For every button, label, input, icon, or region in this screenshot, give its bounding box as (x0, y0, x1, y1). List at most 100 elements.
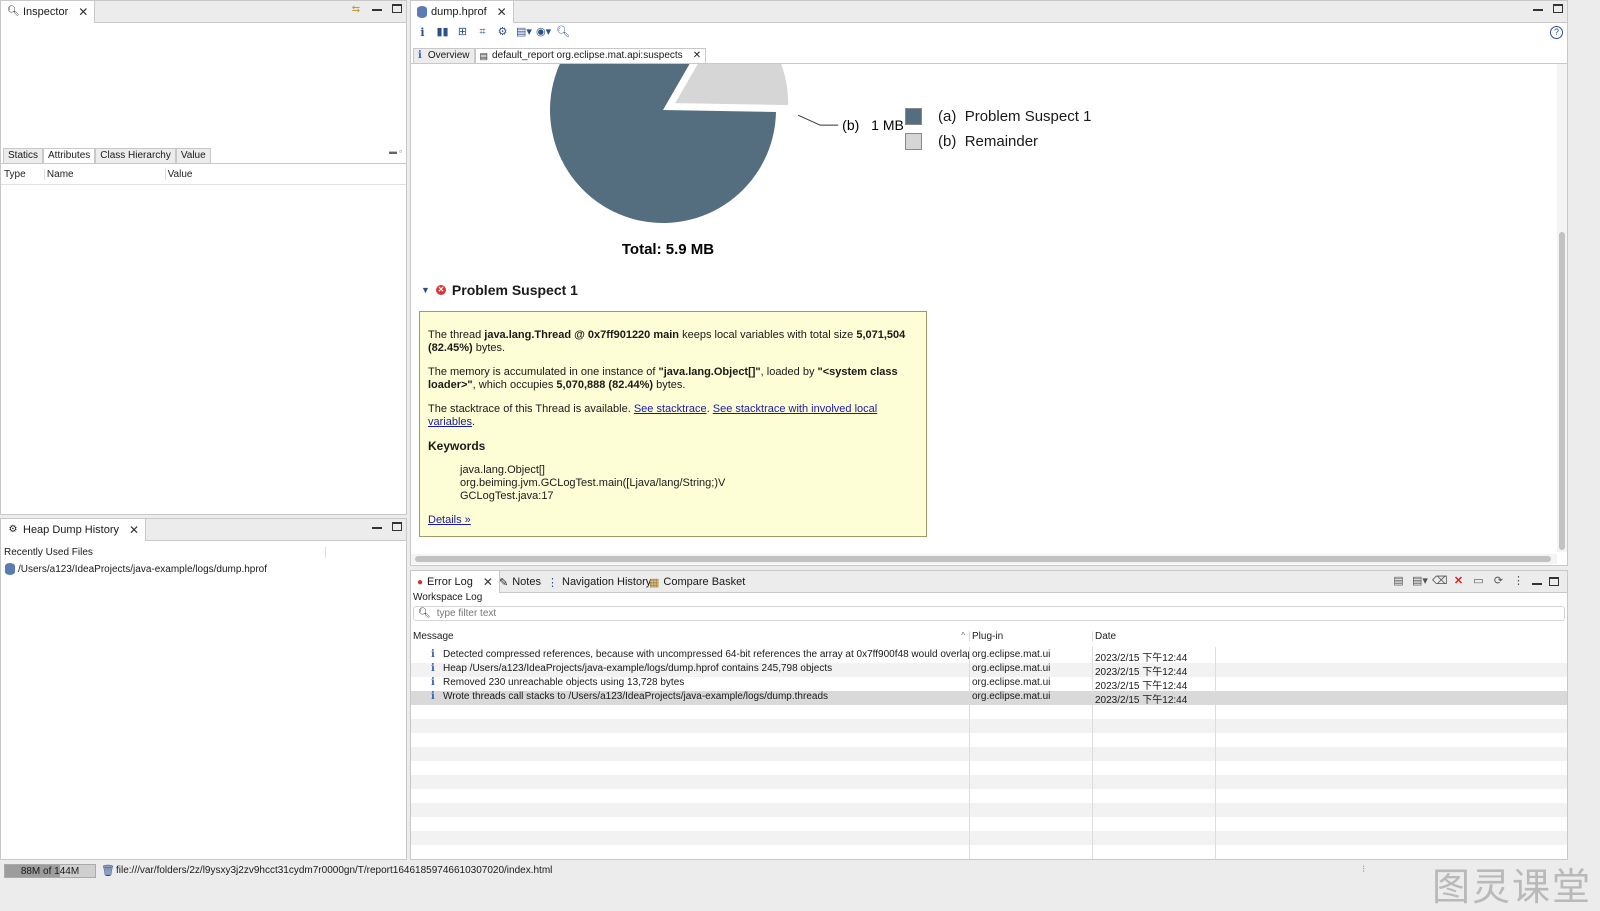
subtab-statics[interactable]: Statics (3, 148, 44, 163)
subtab-class-hierarchy[interactable]: Class Hierarchy (95, 148, 176, 163)
oql-icon[interactable]: ⌗ (476, 26, 489, 39)
recent-file-item[interactable]: /Users/a123/IdeaProjects/java-example/lo… (5, 563, 267, 575)
legend-label-a: (a) Problem Suspect 1 (938, 108, 1092, 125)
col-name[interactable]: Name (43, 169, 165, 180)
restore-log-icon[interactable]: ⟳ (1492, 575, 1505, 588)
maximize-icon[interactable] (1553, 4, 1563, 13)
search-icon: 🔍︎ (418, 608, 431, 619)
col-date[interactable]: Date (1092, 631, 1215, 642)
minimize-icon[interactable] (1533, 9, 1543, 11)
filter-input[interactable] (436, 608, 1337, 619)
close-icon[interactable]: ✕ (78, 5, 88, 19)
close-icon[interactable]: ✕ (129, 523, 139, 537)
log-plugin: org.eclipse.mat.ui (969, 677, 1092, 691)
close-icon[interactable]: ✕ (693, 49, 701, 63)
maximize-icon[interactable] (392, 4, 402, 13)
col-message[interactable]: Message ^ (413, 631, 969, 642)
query-browser-icon[interactable]: ◉▾ (536, 26, 551, 39)
link-icon[interactable]: ⇆ (350, 4, 362, 16)
help-icon[interactable]: ? (1550, 26, 1563, 39)
log-row[interactable]: i Heap /Users/a123/IdeaProjects/java-exam… (411, 663, 1567, 678)
heap-history-tabbar: ⚙︎ Heap Dump History ✕ (1, 519, 406, 541)
run-report-icon[interactable]: ▤▾ (516, 26, 532, 39)
search-icon[interactable]: 🔍︎ (556, 26, 570, 39)
log-date: 2023/2/15 下午12:44 (1092, 649, 1215, 664)
log-row-selected[interactable]: i Wrote threads call stacks to /Users/a12… (411, 691, 1567, 706)
suspect-paragraph-3: The stacktrace of this Thread is availab… (428, 403, 878, 428)
minimize-icon[interactable] (372, 9, 382, 11)
vertical-scrollbar[interactable] (1557, 64, 1567, 552)
error-log-panel: ● Error Log ✕ ✎ Notes ⋮ Navigation Histo… (410, 570, 1568, 860)
col-value[interactable]: Value (164, 169, 404, 180)
legend-swatch-b (905, 133, 922, 150)
log-row[interactable]: i Detected compressed references, because… (411, 649, 1567, 664)
row-stripe (411, 761, 1567, 775)
row-stripe (411, 803, 1567, 817)
close-icon[interactable]: ✕ (483, 575, 493, 589)
view-menu-icon[interactable]: ⋮ (1512, 575, 1525, 588)
subtab-overview[interactable]: i Overview (413, 48, 475, 63)
workspace-log-label: Workspace Log (413, 592, 483, 603)
heap-file-icon (5, 563, 15, 575)
subtab-overview-label: Overview (427, 50, 470, 61)
import-log-icon[interactable]: ▤▾ (1412, 575, 1428, 588)
editor-panel: dump.hprof ✕ i ▮▮ ⊞ ⌗ ⚙ ▤▾ ◉▾ 🔍︎ ? i Ove… (410, 0, 1568, 566)
info-icon[interactable]: i (416, 26, 429, 39)
log-date: 2023/2/15 下午12:44 (1092, 677, 1215, 692)
tab-heap-dump-history[interactable]: ⚙︎ Heap Dump History ✕ (1, 519, 147, 541)
report-content: (b) 1 MB Total: 5.9 MB (a) Problem Suspe… (411, 64, 1557, 552)
tab-inspector[interactable]: 🔍︎ Inspector ✕ (1, 1, 96, 23)
maximize-icon[interactable] (1549, 577, 1559, 586)
export-log-icon[interactable]: ▤ (1392, 575, 1405, 588)
heap-file-icon (417, 6, 427, 18)
log-toolbar: ▤ ▤▾ ⌫ ✕ ▭ ⟳ ⋮ (1392, 575, 1559, 588)
horizontal-scrollbar[interactable] (411, 554, 1557, 564)
suspect-heading[interactable]: ▼ ✕ Problem Suspect 1 (421, 282, 578, 298)
heap-status[interactable]: 88M of 144M (4, 864, 96, 878)
minimize-icon[interactable] (372, 527, 382, 529)
see-stacktrace-link[interactable]: See stacktrace (634, 403, 707, 415)
vertical-scroll-thumb[interactable] (1559, 232, 1565, 550)
maximize-icon[interactable] (392, 522, 402, 531)
editor-toolbar: i ▮▮ ⊞ ⌗ ⚙ ▤▾ ◉▾ 🔍︎ (416, 26, 570, 39)
log-table-body: i Detected compressed references, because… (411, 647, 1567, 859)
divider (1, 184, 406, 185)
horizontal-scroll-thumb[interactable] (415, 556, 1551, 562)
clear-log-icon[interactable]: ⌫ (1432, 575, 1448, 588)
thread-overview-icon[interactable]: ⚙ (496, 26, 509, 39)
chart-title: Total: 5.9 MB (622, 241, 714, 258)
error-log-icon: ● (417, 576, 424, 588)
tab-heap-history-label: Heap Dump History (23, 524, 119, 536)
magnifier-icon: 🔍︎ (7, 6, 20, 17)
log-row[interactable]: i Removed 230 unreachable objects using 1… (411, 677, 1567, 692)
editor-subtabs: i Overview ▤ default_report org.eclipse.… (413, 48, 707, 63)
subtab-minmax[interactable]: ▬ ▫ (389, 147, 402, 156)
log-message: Detected compressed references, because … (443, 649, 969, 660)
col-plugin[interactable]: Plug-in (969, 631, 1092, 642)
close-icon[interactable]: ✕ (497, 5, 507, 19)
tab-inspector-label: Inspector (23, 6, 69, 18)
legend-swatch-a (905, 108, 922, 125)
details-link[interactable]: Details » (428, 514, 471, 526)
legend-item-b: (b) Remainder (905, 129, 1091, 154)
trash-icon[interactable]: 🗑︎ (101, 864, 115, 877)
tab-navigation-history[interactable]: ⋮ Navigation History (541, 571, 657, 593)
tab-notes[interactable]: ✎ Notes (493, 571, 547, 593)
tab-compare-basket[interactable]: ▦ Compare Basket (643, 571, 751, 593)
subtab-value[interactable]: Value (175, 148, 211, 163)
log-message: Wrote threads call stacks to /Users/a123… (443, 691, 828, 702)
tab-dump-hprof[interactable]: dump.hprof ✕ (411, 1, 514, 23)
dominator-tree-icon[interactable]: ⊞ (456, 26, 469, 39)
collapse-triangle-icon[interactable]: ▼ (421, 285, 430, 295)
delete-log-icon[interactable]: ✕ (1452, 575, 1465, 588)
histogram-icon[interactable]: ▮▮ (436, 26, 449, 39)
suspect-box: The thread java.lang.Thread @ 0x7ff90122… (419, 311, 927, 537)
inspector-tabbar: 🔍︎ Inspector ✕ ⇆ (1, 1, 406, 23)
filter-box[interactable]: 🔍︎ (413, 606, 1565, 621)
minimize-icon[interactable] (1532, 583, 1542, 585)
subtab-attributes[interactable]: Attributes (43, 148, 96, 163)
tab-error-log[interactable]: ● Error Log ✕ (411, 571, 500, 593)
open-log-icon[interactable]: ▭ (1472, 575, 1485, 588)
subtab-suspects-report[interactable]: ▤ default_report org.eclipse.mat.api:sus… (474, 48, 707, 63)
col-type[interactable]: Type (4, 169, 44, 180)
